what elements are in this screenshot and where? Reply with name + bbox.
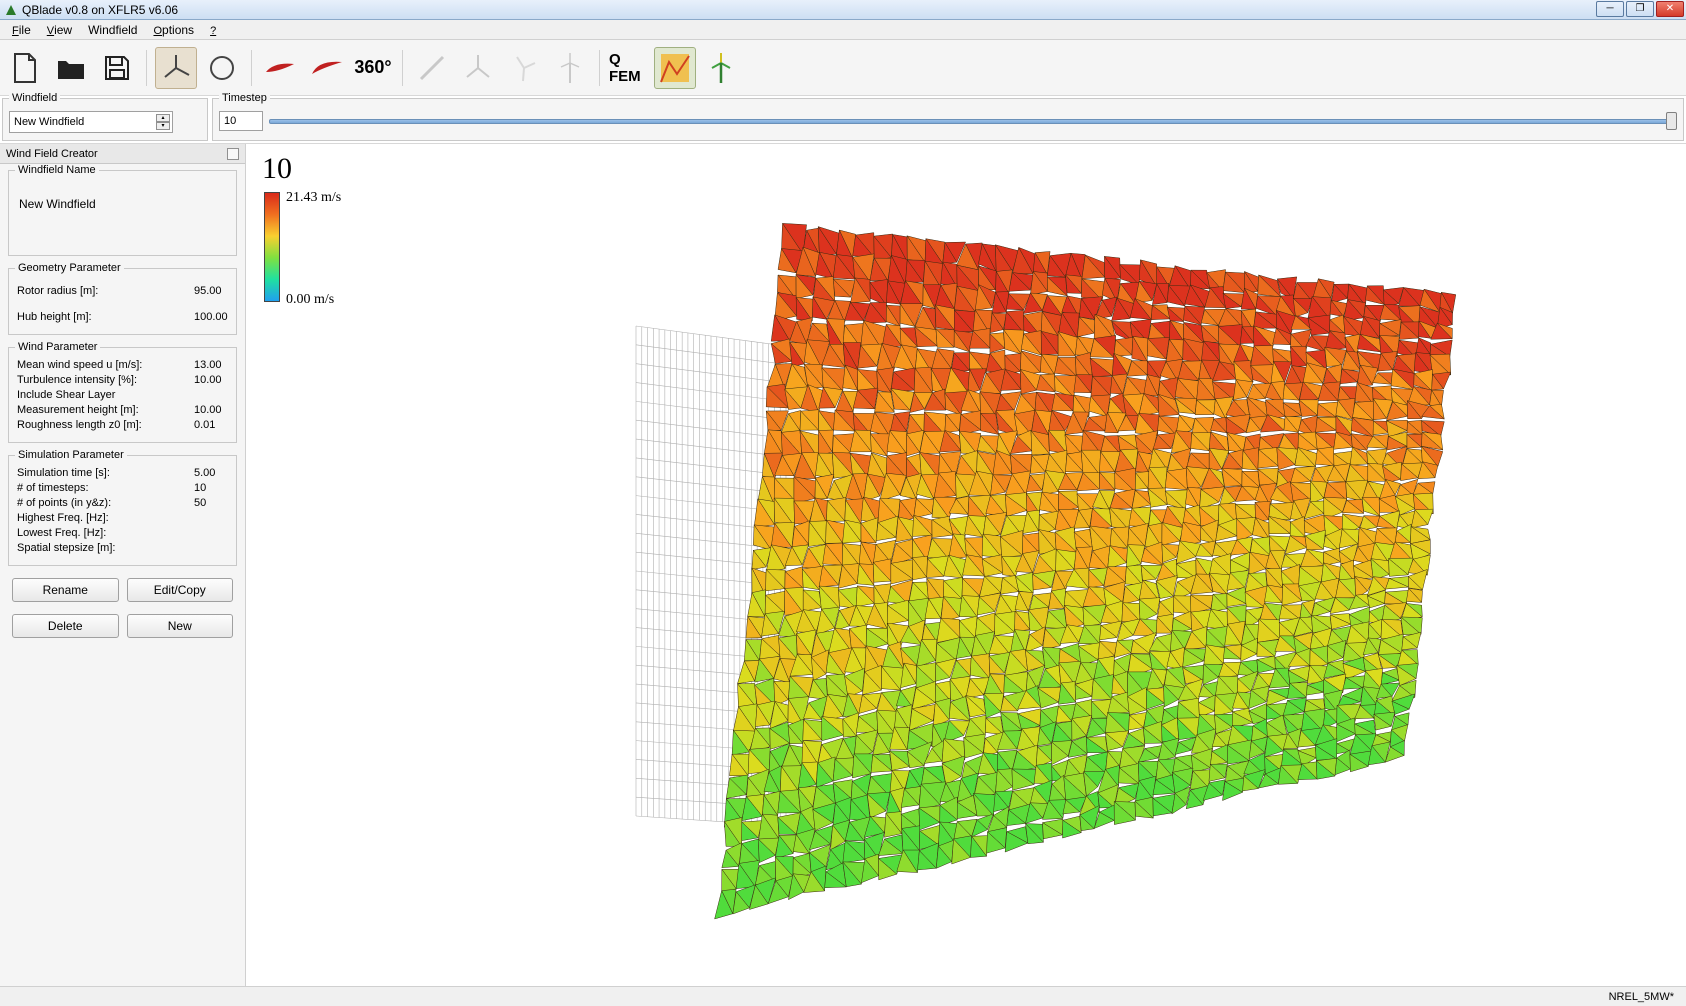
legend-min-label: 0.00 m/s [286, 292, 334, 308]
windfield-view-button[interactable] [654, 47, 696, 89]
lfreq-label: Lowest Freq. [Hz]: [17, 527, 194, 539]
geometry-section: Geometry Parameter Rotor radius [m]:95.0… [8, 268, 237, 335]
slider-handle[interactable] [1666, 112, 1677, 130]
minimize-button[interactable]: ─ [1596, 1, 1624, 17]
sim-section: Simulation Parameter Simulation time [s]… [8, 455, 237, 566]
menu-windfield[interactable]: Windfield [80, 21, 145, 39]
circle-button[interactable] [201, 47, 243, 89]
timesteps-label: # of timesteps: [17, 482, 194, 494]
new-button[interactable]: New [127, 614, 234, 638]
hub-height-label: Hub height [m]: [17, 311, 194, 323]
rotor-button[interactable] [503, 47, 545, 89]
color-legend-bar [264, 192, 280, 302]
turbine-button[interactable] [549, 47, 591, 89]
windfield-mesh [626, 216, 1486, 936]
close-button[interactable]: ✕ [1656, 1, 1684, 17]
shear-value [194, 389, 228, 401]
sim-section-label: Simulation Parameter [15, 449, 127, 461]
rotor-radius-value: 95.00 [194, 285, 228, 297]
points-value: 50 [194, 497, 228, 509]
menu-file[interactable]: File [4, 21, 39, 39]
windfield-selected-value: New Windfield [14, 116, 84, 128]
windfield-name-value: New Windfield [17, 179, 228, 217]
editcopy-button[interactable]: Edit/Copy [127, 578, 234, 602]
roughness-value: 0.01 [194, 419, 228, 431]
sidebar: Wind Field Creator Windfield Name New Wi… [0, 144, 246, 986]
rotor-radius-label: Rotor radius [m]: [17, 285, 194, 297]
blade1-button[interactable] [411, 47, 453, 89]
windfield-group-label: Windfield [9, 92, 60, 104]
project-name: NREL_5MW* [1609, 991, 1674, 1003]
meas-height-value: 10.00 [194, 404, 228, 416]
qfem-button[interactable]: Q FEM [608, 47, 650, 89]
delete-button[interactable]: Delete [12, 614, 119, 638]
timestep-input[interactable] [219, 111, 263, 131]
axes-button[interactable] [155, 47, 197, 89]
titlebar: QBlade v0.8 on XFLR5 v6.06 ─ ❐ ✕ [0, 0, 1686, 20]
angle-button[interactable]: 360° [352, 47, 394, 89]
sim-time-value: 5.00 [194, 467, 228, 479]
wind-section: Wind Parameter Mean wind speed u [m/s]:1… [8, 347, 237, 443]
maximize-button[interactable]: ❐ [1626, 1, 1654, 17]
menubar: File View Windfield Options ? [0, 20, 1686, 40]
window-title: QBlade v0.8 on XFLR5 v6.06 [22, 3, 1594, 17]
new-doc-button[interactable] [4, 47, 46, 89]
toolbar: 360° Q FEM [0, 40, 1686, 96]
windfield-surface-icon [696, 216, 1476, 936]
hfreq-value [194, 512, 228, 524]
shear-label: Include Shear Layer [17, 389, 194, 401]
blade2-button[interactable] [457, 47, 499, 89]
points-label: # of points (in y&z): [17, 497, 194, 509]
menu-options[interactable]: Options [145, 21, 202, 39]
roughness-label: Roughness length z0 [m]: [17, 419, 194, 431]
spatial-label: Spatial stepsize [m]: [17, 542, 194, 554]
panel-undock-icon[interactable] [227, 148, 239, 160]
windfield-select[interactable]: New Windfield ▴▾ [9, 111, 173, 133]
turbulence-value: 10.00 [194, 374, 228, 386]
open-button[interactable] [50, 47, 92, 89]
hub-height-value: 100.00 [194, 311, 228, 323]
current-step-display: 10 [262, 152, 292, 186]
windfield-name-label: Windfield Name [15, 164, 99, 176]
app-icon [4, 3, 18, 17]
legend-max-label: 21.43 m/s [286, 190, 341, 206]
rename-button[interactable]: Rename [12, 578, 119, 602]
mean-wind-value: 13.00 [194, 359, 228, 371]
geometry-section-label: Geometry Parameter [15, 262, 124, 274]
panel-title: Wind Field Creator [6, 148, 227, 160]
viewport-3d[interactable]: 10 21.43 m/s 0.00 m/s [246, 144, 1686, 986]
meas-height-label: Measurement height [m]: [17, 404, 194, 416]
spin-buttons[interactable]: ▴▾ [156, 114, 170, 130]
hfreq-label: Highest Freq. [Hz]: [17, 512, 194, 524]
wind-section-label: Wind Parameter [15, 341, 100, 353]
mean-wind-label: Mean wind speed u [m/s]: [17, 359, 194, 371]
lfreq-value [194, 527, 228, 539]
sim-time-label: Simulation time [s]: [17, 467, 194, 479]
panel-header: Wind Field Creator [0, 144, 245, 164]
airfoil1-button[interactable] [260, 47, 302, 89]
turbulence-label: Turbulence intensity [%]: [17, 374, 194, 386]
timesteps-value: 10 [194, 482, 228, 494]
menu-help[interactable]: ? [202, 21, 224, 39]
spatial-value [194, 542, 228, 554]
windfield-name-section: Windfield Name New Windfield [8, 170, 237, 256]
turbine-color-button[interactable] [700, 47, 742, 89]
statusbar: NREL_5MW* [0, 986, 1686, 1006]
airfoil2-button[interactable] [306, 47, 348, 89]
menu-view[interactable]: View [39, 21, 80, 39]
save-button[interactable] [96, 47, 138, 89]
timestep-group-label: Timestep [219, 92, 270, 104]
timestep-slider[interactable] [269, 111, 1677, 131]
